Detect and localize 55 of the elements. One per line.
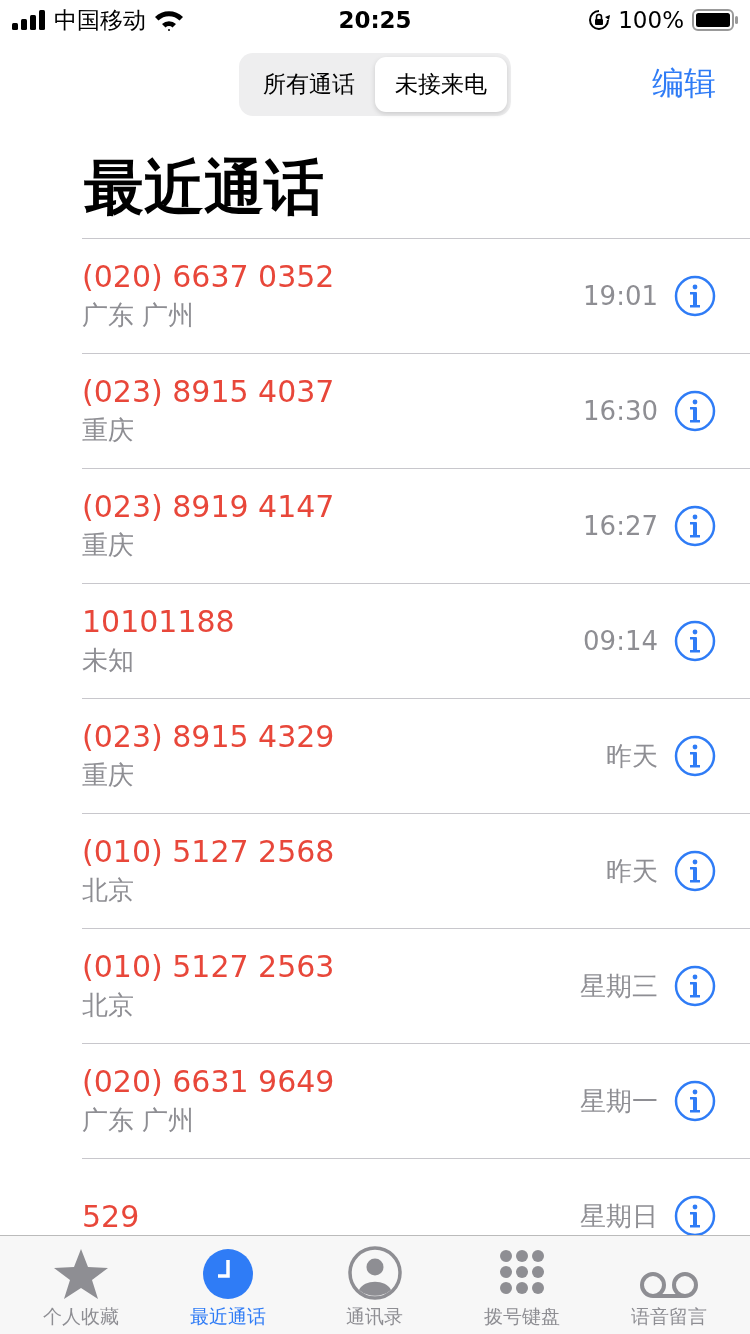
call-time: 16:27 [583,511,658,541]
info-icon[interactable] [674,850,716,892]
call-time: 星期日 [580,1199,658,1233]
voicemail-icon [638,1270,699,1300]
call-location: 重庆 [82,414,135,447]
phone-number: (010) 5127 2568 [82,834,336,869]
call-location: 北京 [82,874,135,907]
edit-button[interactable]: 编辑 [652,62,716,106]
info-icon[interactable] [674,620,716,662]
tab-bar-item[interactable]: 语音留言 [598,1236,739,1334]
segment-tab[interactable]: 未接来电 [375,56,507,112]
phone-number: (010) 5127 2563 [82,949,336,984]
info-icon[interactable] [674,390,716,432]
tab-bar-item[interactable]: 最近通话 [158,1236,299,1334]
segment-tab[interactable]: 所有通话 [243,56,375,112]
call-time: 昨天 [606,739,658,773]
carrier-name: 中国移动 [54,5,146,35]
call-time: 09:14 [583,626,658,656]
battery-percent: 100% [618,7,684,33]
info-icon[interactable] [674,275,716,317]
call-location: 未知 [82,644,135,677]
clock-icon [202,1248,255,1300]
call-location: 广东 广州 [82,299,196,332]
rotation-lock-icon [588,9,611,31]
tab-bar-item[interactable]: 通讯录 [305,1236,445,1334]
info-icon[interactable] [674,1080,716,1122]
call-location: 重庆 [82,759,135,792]
info-icon[interactable] [674,505,716,547]
wifi-icon [154,9,184,31]
phone-number: (020) 6637 0352 [82,259,336,294]
clock-time: 20:25 [338,7,412,33]
call-time: 16:30 [583,396,658,426]
phone-number: 529 [82,1198,141,1234]
phone-number: 10101188 [82,604,236,639]
call-time: 昨天 [606,854,658,888]
phone-number: (023) 8915 4329 [82,719,336,754]
signal-icon [12,10,46,30]
tab-bar-item[interactable]: 拨号键盘 [451,1236,592,1334]
call-time: 星期一 [580,1084,658,1118]
phone-number: (023) 8915 4037 [82,374,336,409]
call-time: 星期三 [580,969,658,1003]
phone-number: (020) 6631 9649 [82,1064,336,1099]
info-icon[interactable] [674,965,716,1007]
call-location: 重庆 [82,529,135,562]
page-title: 最近通话 [83,151,325,224]
contact-icon [348,1246,402,1300]
star-icon [53,1248,110,1300]
call-location: 北京 [82,989,135,1022]
call-time: 19:01 [583,281,658,311]
call-location: 广东 广州 [82,1104,196,1137]
info-icon[interactable] [674,735,716,777]
battery-icon [692,9,738,31]
phone-number: (023) 8919 4147 [82,489,336,524]
tab-bar-item[interactable]: 个人收藏 [11,1236,152,1334]
info-icon[interactable] [674,1195,716,1235]
